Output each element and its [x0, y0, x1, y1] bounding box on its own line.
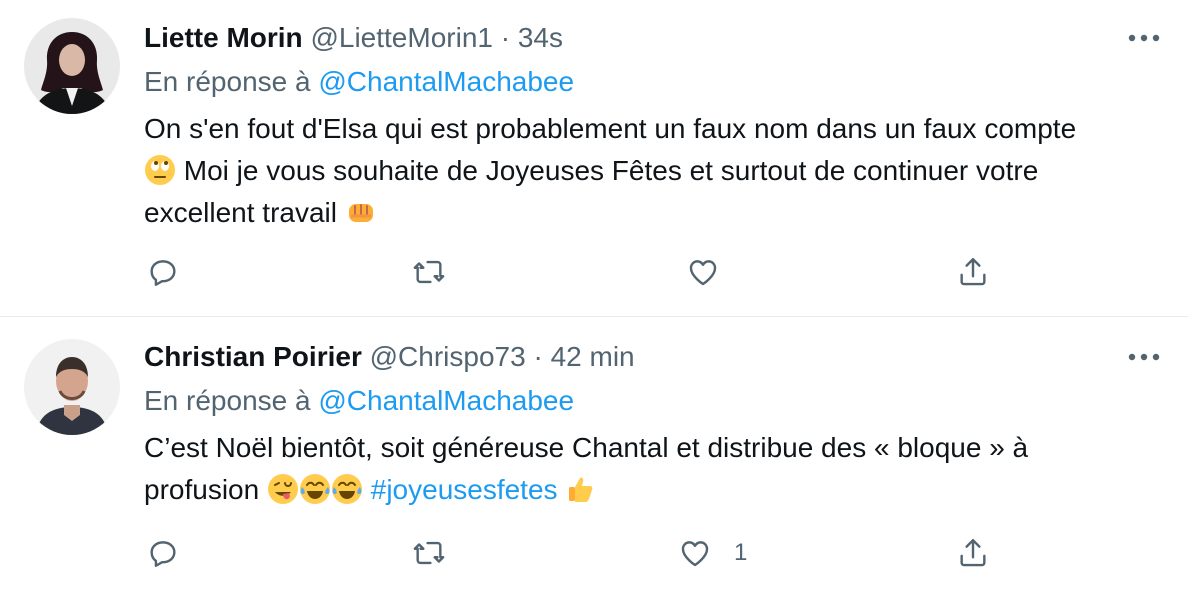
reply-mention-link[interactable]: @ChantalMachabee — [318, 66, 574, 97]
tweet-text-line: excellent travail — [144, 197, 337, 228]
thumbs-up-emoji-icon — [565, 473, 597, 505]
like-icon — [681, 541, 709, 567]
tweet-header: Liette Morin @LietteMorin1 · 34s — [144, 20, 563, 56]
hashtag-link[interactable]: #joyeusesfetes — [371, 474, 558, 505]
reply-button[interactable] — [146, 531, 180, 575]
retweet-icon — [413, 541, 445, 565]
author-name[interactable]: Christian Poirier — [144, 341, 362, 372]
retweet-button[interactable] — [412, 531, 446, 575]
tweet-text-line: profusion — [144, 474, 260, 505]
reply-prefix: En réponse à — [144, 385, 311, 416]
tweet-actions: 1 — [0, 531, 1188, 575]
reply-prefix: En réponse à — [144, 66, 311, 97]
tears-of-joy-emoji-icon — [299, 473, 331, 505]
tears-of-joy-emoji-icon — [331, 473, 363, 505]
share-button[interactable] — [956, 531, 990, 575]
author-handle[interactable]: @Chrispo73 — [370, 341, 526, 372]
separator: · — [533, 341, 543, 372]
retweet-icon — [413, 260, 445, 284]
reply-context: En réponse à @ChantalMachabee — [144, 64, 574, 100]
more-icon — [1128, 34, 1160, 42]
winking-face-with-tongue-emoji-icon — [267, 473, 299, 505]
like-icon — [689, 260, 717, 286]
share-icon — [960, 258, 986, 286]
reply-icon — [150, 541, 176, 567]
tweet-1[interactable]: Liette Morin @LietteMorin1 · 34s En répo… — [0, 0, 1188, 316]
reply-icon — [150, 260, 176, 286]
tweet-text-line: C’est Noël bientôt, soit généreuse Chant… — [144, 432, 1029, 463]
like-button[interactable]: 1 — [678, 531, 747, 575]
tweet-2[interactable]: Christian Poirier @Chrispo73 · 42 min En… — [0, 316, 1188, 592]
oncoming-fist-emoji-icon — [345, 196, 377, 228]
tweet-text-line: On s'en fout d'Elsa qui est probablement… — [144, 113, 1077, 144]
tweet-text: On s'en fout d'Elsa qui est probablement… — [144, 108, 1164, 234]
author-name[interactable]: Liette Morin — [144, 22, 303, 53]
like-count: 1 — [734, 539, 748, 566]
avatar-liette-image — [24, 18, 120, 114]
like-button[interactable] — [686, 250, 742, 294]
timestamp[interactable]: 42 min — [551, 341, 635, 372]
avatar-christian-image — [24, 339, 120, 435]
reply-button[interactable] — [146, 250, 180, 294]
share-button[interactable] — [956, 250, 990, 294]
more-button[interactable] — [1124, 339, 1164, 375]
avatar[interactable] — [24, 339, 120, 435]
timestamp[interactable]: 34s — [518, 22, 563, 53]
tweet-header: Christian Poirier @Chrispo73 · 42 min — [144, 339, 635, 375]
reply-mention-link[interactable]: @ChantalMachabee — [318, 385, 574, 416]
more-icon — [1128, 353, 1160, 361]
share-icon — [960, 539, 986, 567]
author-handle[interactable]: @LietteMorin1 — [310, 22, 493, 53]
tweet-actions — [0, 250, 1188, 294]
retweet-button[interactable] — [412, 250, 446, 294]
tweet-text-line: Moi je vous souhaite de Joyeuses Fêtes e… — [183, 155, 1039, 186]
more-button[interactable] — [1124, 20, 1164, 56]
rolling-eyes-emoji-icon — [144, 154, 176, 186]
tweet-text: C’est Noël bientôt, soit généreuse Chant… — [144, 427, 1164, 511]
avatar[interactable] — [24, 18, 120, 114]
separator: · — [500, 22, 511, 53]
reply-context: En réponse à @ChantalMachabee — [144, 383, 574, 419]
